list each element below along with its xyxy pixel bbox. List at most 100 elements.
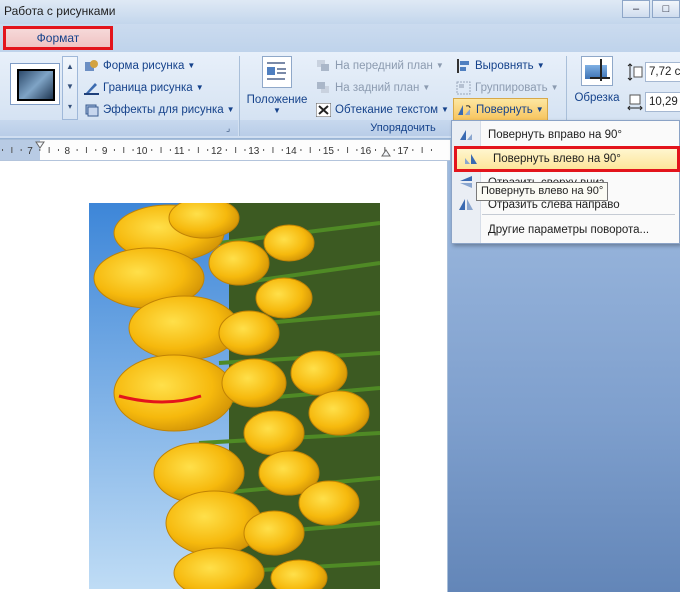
picture-effects-label: Эффекты для рисунка <box>103 103 224 116</box>
ruler-tick <box>421 147 423 153</box>
ruler-label: 9 <box>102 146 108 157</box>
ruler-tick <box>309 147 311 153</box>
horizontal-ruler[interactable]: 7 8 9 10 11 12 13 14 15 16 17 <box>0 140 450 161</box>
position-icon <box>262 56 292 88</box>
ruler-tick <box>151 149 153 151</box>
more-rotation-options-label: Другие параметры поворота... <box>488 224 650 236</box>
send-back-label: На задний план <box>335 81 420 94</box>
ruler-tick <box>95 149 97 151</box>
picture-style-thumbnail[interactable] <box>10 63 60 105</box>
rotate-button[interactable]: Повернуть ▼ <box>453 98 548 121</box>
indent-marker[interactable] <box>35 141 45 149</box>
effects-icon <box>85 104 99 116</box>
group-icon <box>456 81 471 94</box>
send-back-button[interactable]: На задний план ▼ <box>316 78 430 97</box>
bring-front-icon <box>317 59 329 71</box>
picture-effects-button[interactable]: Эффекты для рисунка ▼ <box>84 100 235 119</box>
rotate-right-label: Повернуть вправо на 90° <box>488 129 623 141</box>
ruler-tick <box>132 149 134 151</box>
gallery-expand-icon[interactable]: ▾ <box>63 97 77 117</box>
more-rotation-options-item[interactable]: Другие параметры поворота... <box>452 219 677 241</box>
ruler-label: 12 <box>211 146 223 157</box>
ruler-tick <box>160 147 162 153</box>
bring-front-button[interactable]: На передний план ▼ <box>316 56 444 75</box>
ruler-tick <box>430 149 432 151</box>
ruler-tick <box>225 149 227 151</box>
ruler-tick <box>263 149 265 151</box>
scroll-up-icon[interactable]: ▲ <box>63 57 77 77</box>
ruler-label: 15 <box>323 146 335 157</box>
shape-icon <box>85 59 98 71</box>
rotate-left-label: Повернуть влево на 90° <box>493 153 621 165</box>
scroll-down-icon[interactable]: ▼ <box>63 77 77 97</box>
rotate-right-icon <box>452 127 480 144</box>
menu-separator <box>482 214 675 215</box>
dialog-launcher-icon[interactable]: ⌟ <box>226 123 230 134</box>
align-button[interactable]: Выровнять ▼ <box>456 56 545 75</box>
ruler-tick <box>347 147 349 153</box>
ruler-tick <box>235 147 237 153</box>
ruler-tick <box>356 149 358 151</box>
rotate-label: Повернуть <box>476 103 533 116</box>
ruler-tick <box>375 149 377 151</box>
ruler-label: 17 <box>397 146 409 157</box>
ruler-label: 7 <box>27 146 33 157</box>
ruler-tick <box>188 149 190 151</box>
ruler-tick <box>20 149 22 151</box>
ruler-tick <box>244 149 246 151</box>
ruler-tick <box>169 149 171 151</box>
ruler-tick <box>272 147 274 153</box>
ruler-tick <box>39 149 41 151</box>
ruler-tick <box>337 149 339 151</box>
ruler-tick <box>412 149 414 151</box>
height-icon <box>627 63 643 81</box>
position-label: Положение <box>246 94 308 106</box>
rotate-left-item[interactable]: Повернуть влево на 90° <box>454 146 680 172</box>
ruler-label: 14 <box>286 146 298 157</box>
ruler-tick <box>11 147 13 153</box>
ruler-label: 11 <box>174 146 185 157</box>
window-controls: – □ <box>620 0 680 18</box>
group-button[interactable]: Группировать ▼ <box>456 78 559 97</box>
ruler-tick <box>319 149 321 151</box>
width-icon <box>627 94 643 111</box>
send-back-icon <box>317 81 329 93</box>
ruler-tick <box>123 147 125 153</box>
group-label: Группировать <box>475 81 548 94</box>
ruler-tick <box>393 149 395 151</box>
style-gallery-scroll[interactable]: ▲ ▼ ▾ <box>62 56 78 120</box>
ruler-tick <box>57 149 59 151</box>
context-tools-title: Работа с рисунками <box>4 4 116 18</box>
crop-button[interactable]: Обрезка <box>572 56 622 104</box>
tab-format[interactable]: Формат <box>3 26 113 50</box>
tulip-picture[interactable] <box>89 203 380 589</box>
picture-border-label: Граница рисунка <box>103 81 193 94</box>
ruler-label: 13 <box>248 146 260 157</box>
picture-styles-group-footer <box>0 120 238 136</box>
text-wrap-label: Обтекание текстом <box>335 103 438 116</box>
picture-shape-button[interactable]: Форма рисунка ▼ <box>84 56 195 75</box>
position-button[interactable]: Положение ▼ <box>245 56 309 115</box>
align-icon <box>457 58 469 73</box>
maximize-button[interactable]: □ <box>652 0 680 18</box>
ruler-tick <box>300 149 302 151</box>
ruler-tick <box>113 149 115 151</box>
bring-front-label: На передний план <box>335 59 433 72</box>
crop-label: Обрезка <box>574 92 620 104</box>
rotate-left-tooltip: Повернуть влево на 90° <box>476 182 609 201</box>
rotate-right-item[interactable]: Повернуть вправо на 90° <box>452 124 677 146</box>
crop-icon <box>581 56 613 86</box>
ruler-tick <box>48 147 50 153</box>
ruler-tick <box>281 149 283 151</box>
rotate-left-icon <box>457 151 485 168</box>
right-indent-marker[interactable] <box>381 149 391 157</box>
minimize-button[interactable]: – <box>622 0 650 18</box>
width-field[interactable]: 10,29 <box>645 92 680 112</box>
picture-shape-label: Форма рисунка <box>103 59 185 72</box>
ruler-label: 10 <box>136 146 148 157</box>
picture-border-button[interactable]: Граница рисунка ▼ <box>84 78 204 97</box>
align-label: Выровнять <box>475 59 534 72</box>
height-field[interactable]: 7,72 c <box>645 62 680 82</box>
ruler-tick <box>85 147 87 153</box>
text-wrap-button[interactable]: Обтекание текстом ▼ <box>316 100 449 119</box>
